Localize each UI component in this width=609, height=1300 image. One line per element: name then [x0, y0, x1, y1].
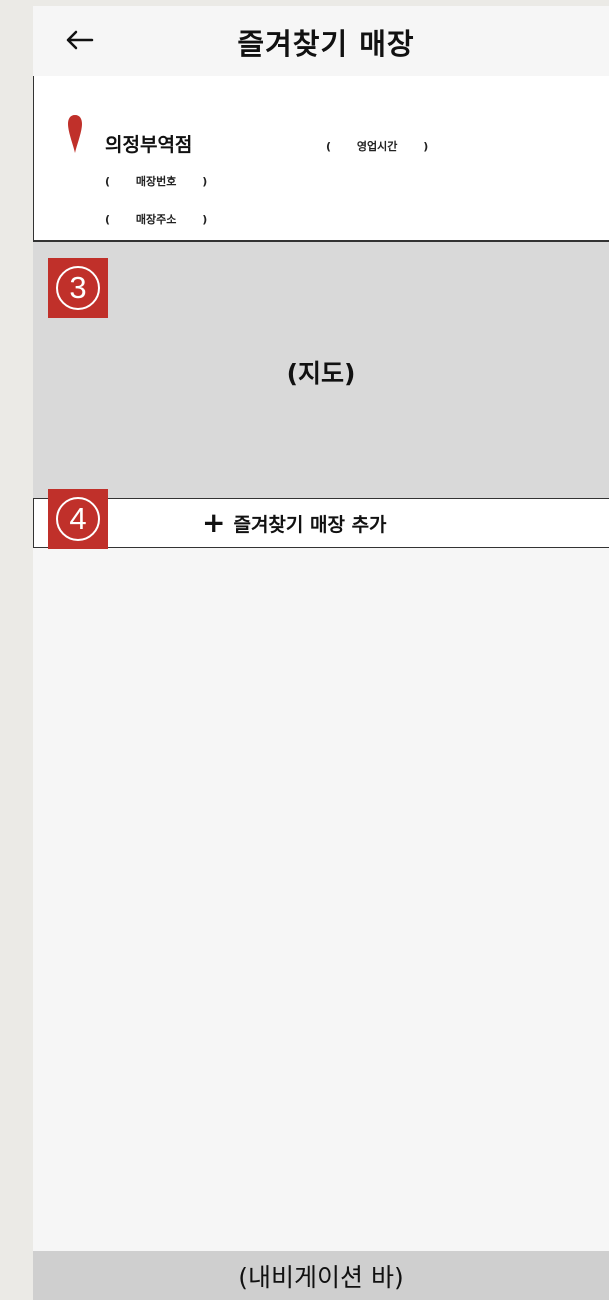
store-address: ( 매장주소 ) — [105, 211, 207, 227]
hours-open-paren: ( — [326, 140, 332, 153]
phone-close-paren: ) — [202, 175, 208, 188]
store-phone: ( 매장번호 ) — [105, 173, 207, 189]
navigation-bar-label: (내비게이션 바) — [238, 1262, 404, 1292]
annotation-badge-4: 4 — [48, 489, 108, 549]
address-close-paren: ) — [202, 213, 208, 226]
phone-screen: 즐겨찾기 매장 의정부역점 ( 영업시간 ) ( 매장번호 ) ( 매장주소 ) — [33, 6, 609, 1300]
plus-icon: + — [202, 506, 226, 539]
store-hours: ( 영업시간 ) — [326, 138, 428, 154]
add-favorite-store-button[interactable]: + 즐겨찾기 매장 추가 — [33, 498, 609, 548]
store-name: 의정부역점 — [105, 134, 193, 156]
location-pin-icon — [68, 115, 82, 153]
phone-open-paren: ( — [105, 175, 111, 188]
address-open-paren: ( — [105, 213, 111, 226]
add-favorite-store-content: + 즐겨찾기 매장 추가 — [202, 499, 387, 547]
map-area[interactable]: (지도) — [33, 242, 609, 498]
annotation-badge-3: 3 — [48, 258, 108, 318]
phone-label: 매장번호 — [135, 175, 177, 188]
annotation-number-4: 4 — [56, 497, 100, 541]
map-placeholder-label: (지도) — [286, 359, 356, 388]
address-label: 매장주소 — [135, 213, 177, 226]
hours-close-paren: ) — [423, 140, 429, 153]
navigation-bar[interactable]: (내비게이션 바) — [33, 1251, 609, 1300]
arrow-left-icon — [66, 30, 94, 50]
annotation-number-3: 3 — [56, 266, 100, 310]
hours-label: 영업시간 — [356, 140, 398, 153]
page-title: 즐겨찾기 매장 — [237, 27, 415, 61]
header: 즐겨찾기 매장 — [33, 6, 609, 77]
add-favorite-store-label: 즐겨찾기 매장 추가 — [233, 513, 387, 536]
back-button[interactable] — [61, 22, 97, 58]
favorite-store-card[interactable]: 의정부역점 ( 영업시간 ) ( 매장번호 ) ( 매장주소 ) — [33, 76, 609, 242]
